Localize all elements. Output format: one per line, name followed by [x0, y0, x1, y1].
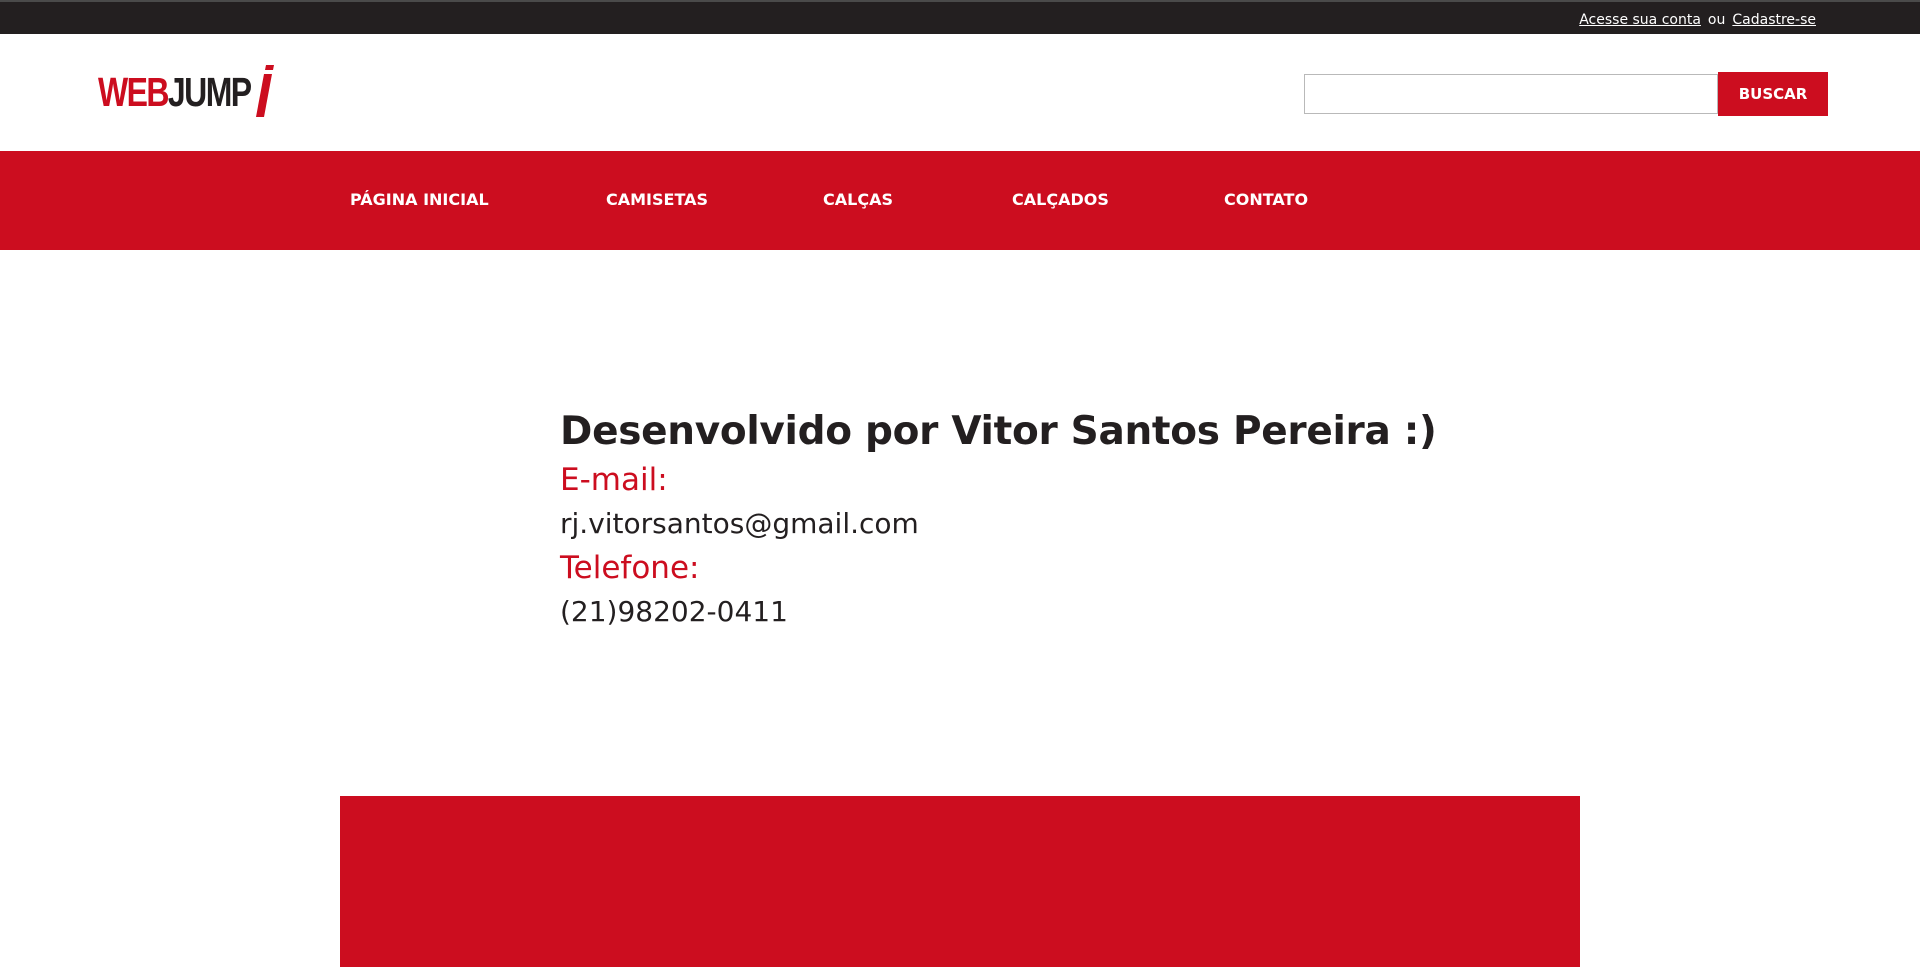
email-label: E-mail: — [560, 462, 668, 498]
logo-slash-icon — [256, 65, 274, 117]
search-form: BUSCAR — [1304, 72, 1828, 116]
logo-jump: JUMP — [167, 69, 252, 115]
phone-label: Telefone: — [560, 550, 700, 586]
logo-web: WEB — [98, 69, 169, 115]
account-links: Acesse sua conta ou Cadastre-se — [1579, 12, 1816, 28]
nav-item-calcas[interactable]: CALÇAS — [823, 190, 893, 209]
logo-wordmark: WEBJUMP — [98, 65, 252, 119]
nav-item-camisetas[interactable]: CAMISETAS — [606, 190, 708, 209]
top-bar: Acesse sua conta ou Cadastre-se — [0, 0, 1920, 34]
email-value: rj.vitorsantos@gmail.com — [560, 507, 919, 540]
nav-item-home[interactable]: PÁGINA INICIAL — [350, 190, 489, 209]
phone-value: (21)98202-0411 — [560, 595, 788, 628]
logo[interactable]: WEBJUMP — [98, 65, 288, 119]
links-separator: ou — [1707, 12, 1726, 28]
header: WEBJUMP BUSCAR — [0, 34, 1920, 151]
footer-banner — [340, 796, 1580, 967]
login-link[interactable]: Acesse sua conta — [1579, 12, 1701, 28]
nav-item-contato[interactable]: CONTATO — [1224, 190, 1308, 209]
search-button[interactable]: BUSCAR — [1718, 72, 1828, 116]
main-nav: PÁGINA INICIAL CAMISETAS CALÇAS CALÇADOS… — [0, 151, 1920, 250]
search-input[interactable] — [1304, 74, 1718, 114]
register-link[interactable]: Cadastre-se — [1732, 12, 1816, 28]
contact-content: Desenvolvido por Vitor Santos Pereira :)… — [560, 406, 1460, 634]
nav-item-calcados[interactable]: CALÇADOS — [1012, 190, 1109, 209]
page-title: Desenvolvido por Vitor Santos Pereira :) — [560, 409, 1437, 454]
